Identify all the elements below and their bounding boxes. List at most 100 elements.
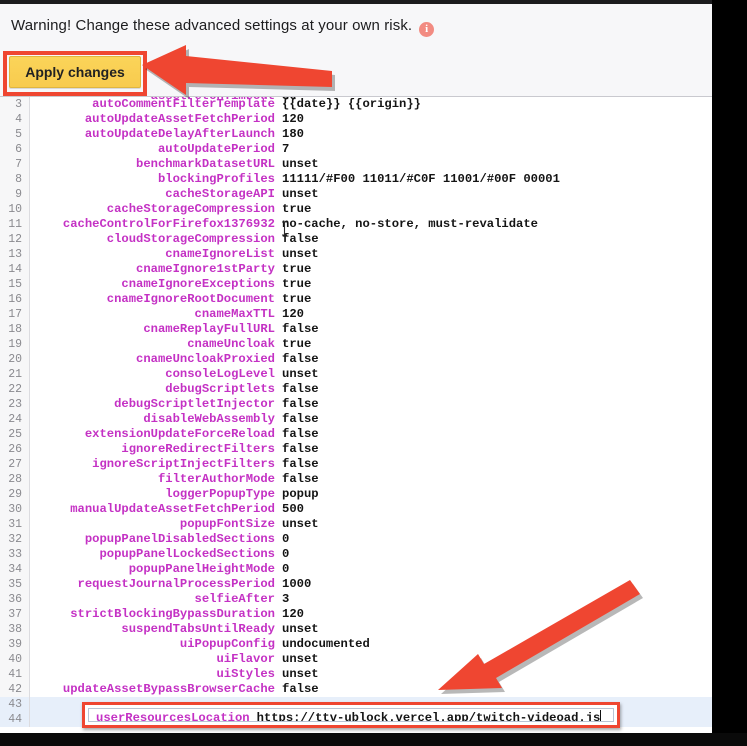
settings-row[interactable]: 38 suspendTabsUntilReady unset	[0, 622, 712, 637]
settings-row[interactable]: 40 uiFlavor unset	[0, 652, 712, 667]
setting-value[interactable]: 120	[282, 307, 304, 321]
setting-key[interactable]: ignoreRedirectFilters	[30, 442, 282, 457]
setting-key[interactable]: benchmarkDatasetURL	[30, 157, 282, 172]
settings-row[interactable]: 18 cnameReplayFullURL false	[0, 322, 712, 337]
settings-row[interactable]: 9 cacheStorageAPI unset	[0, 187, 712, 202]
setting-value[interactable]: unset	[282, 367, 319, 381]
setting-key[interactable]: uiPopupConfig	[30, 637, 282, 652]
setting-key[interactable]: popupPanelHeightMode	[30, 562, 282, 577]
settings-row[interactable]: 34 popupPanelHeightMode 0	[0, 562, 712, 577]
settings-row[interactable]: 37 strictBlockingBypassDuration 120	[0, 607, 712, 622]
setting-value[interactable]: true	[282, 202, 311, 216]
settings-row[interactable]: 5 autoUpdateDelayAfterLaunch 180	[0, 127, 712, 142]
settings-row[interactable]: 10 cacheStorageCompression true	[0, 202, 712, 217]
setting-key[interactable]: blockingProfiles	[30, 172, 282, 187]
settings-row[interactable]: 42 updateAssetBypassBrowserCache false	[0, 682, 712, 697]
settings-row[interactable]: 39 uiPopupConfig undocumented	[0, 637, 712, 652]
setting-value[interactable]: unset	[282, 622, 319, 636]
settings-row[interactable]: 15 cnameIgnoreExceptions true	[0, 277, 712, 292]
setting-value[interactable]: unset	[282, 667, 319, 681]
setting-key[interactable]: uiStyles	[30, 667, 282, 682]
settings-row[interactable]: 12 cloudStorageCompression false	[0, 232, 712, 247]
setting-value[interactable]: false	[282, 457, 319, 471]
settings-row[interactable]: 28 filterAuthorMode false	[0, 472, 712, 487]
setting-value[interactable]: false	[282, 412, 319, 426]
setting-value[interactable]: unset	[282, 652, 319, 666]
setting-key[interactable]: autoUpdateDelayAfterLaunch	[30, 127, 282, 142]
settings-row[interactable]: 26 ignoreRedirectFilters false	[0, 442, 712, 457]
setting-key[interactable]: suspendTabsUntilReady	[30, 622, 282, 637]
setting-key[interactable]: strictBlockingBypassDuration	[30, 607, 282, 622]
apply-changes-button[interactable]: Apply changes	[9, 56, 141, 88]
settings-row[interactable]: 35 requestJournalProcessPeriod 1000	[0, 577, 712, 592]
setting-key[interactable]: requestJournalProcessPeriod	[30, 577, 282, 592]
setting-value[interactable]: 120	[282, 607, 304, 621]
setting-key[interactable]: debugScriptletInjector	[30, 397, 282, 412]
settings-row[interactable]: 32 popupPanelDisabledSections 0	[0, 532, 712, 547]
setting-key[interactable]: selfieAfter	[30, 592, 282, 607]
settings-row[interactable]: 30 manualUpdateAssetFetchPeriod 500	[0, 502, 712, 517]
setting-value[interactable]: false	[282, 232, 319, 246]
settings-row[interactable]: 41 uiStyles unset	[0, 667, 712, 682]
setting-key[interactable]: popupPanelDisabledSections	[30, 532, 282, 547]
setting-key[interactable]: disableWebAssembly	[30, 412, 282, 427]
setting-value[interactable]: 0	[282, 547, 289, 561]
setting-key[interactable]: cnameMaxTTL	[30, 307, 282, 322]
setting-key[interactable]: updateAssetBypassBrowserCache	[30, 682, 282, 697]
advanced-settings-list[interactable]: 2assetFetchTimeout30 3autoCommentFilterT…	[0, 97, 712, 733]
setting-value[interactable]: true	[282, 337, 311, 351]
setting-value[interactable]: false	[282, 682, 319, 696]
setting-value[interactable]: false	[282, 322, 319, 336]
settings-row[interactable]: 23 debugScriptletInjector false	[0, 397, 712, 412]
setting-value[interactable]: true	[282, 262, 311, 276]
setting-key[interactable]: cnameUncloak	[30, 337, 282, 352]
setting-value[interactable]: 0	[282, 562, 289, 576]
setting-key[interactable]: popupFontSize	[30, 517, 282, 532]
setting-key[interactable]: cnameReplayFullURL	[30, 322, 282, 337]
setting-value[interactable]: false	[282, 382, 319, 396]
setting-value[interactable]: unset	[282, 247, 319, 261]
setting-value[interactable]: 1000	[282, 577, 311, 591]
settings-row[interactable]: 29 loggerPopupType popup	[0, 487, 712, 502]
setting-value[interactable]: 11111/#F00 11011/#C0F 11001/#00F 00001	[282, 172, 560, 186]
setting-key[interactable]: cacheControlForFirefox1376932	[30, 217, 282, 232]
setting-key[interactable]: loggerPopupType	[30, 487, 282, 502]
setting-value[interactable]: unset	[282, 157, 319, 171]
setting-value[interactable]: 0	[282, 532, 289, 546]
settings-row[interactable]: 27 ignoreScriptInjectFilters false	[0, 457, 712, 472]
setting-value[interactable]: undocumented	[282, 637, 370, 651]
setting-value[interactable]: false	[282, 352, 319, 366]
setting-key[interactable]: cnameIgnoreList	[30, 247, 282, 262]
setting-key[interactable]: autoUpdateAssetFetchPeriod	[30, 112, 282, 127]
user-resources-location-input[interactable]: userResourcesLocation https://ttv-ublock.…	[88, 708, 614, 722]
setting-key[interactable]: debugScriptlets	[30, 382, 282, 397]
setting-value[interactable]: false	[282, 472, 319, 486]
settings-row[interactable]: 20 cnameUncloakProxied false	[0, 352, 712, 367]
setting-key[interactable]: filterAuthorMode	[30, 472, 282, 487]
settings-row[interactable]: 13 cnameIgnoreList unset	[0, 247, 712, 262]
setting-value[interactable]: popup	[282, 487, 319, 501]
setting-value[interactable]: https://ttv-ublock.vercel.app/twitch-vid…	[250, 711, 601, 721]
setting-key[interactable]: manualUpdateAssetFetchPeriod	[30, 502, 282, 517]
setting-value[interactable]: 180	[282, 127, 304, 141]
settings-row[interactable]: 14 cnameIgnore1stParty true	[0, 262, 712, 277]
settings-row[interactable]: 19 cnameUncloak true	[0, 337, 712, 352]
settings-row[interactable]: 31 popupFontSize unset	[0, 517, 712, 532]
setting-value[interactable]: 7	[282, 142, 289, 156]
setting-key[interactable]: consoleLogLevel	[30, 367, 282, 382]
setting-value[interactable]: false	[282, 442, 319, 456]
setting-value[interactable]: true	[282, 292, 311, 306]
setting-value[interactable]: no-cache, no-store, must-revalidate	[282, 217, 538, 231]
setting-value[interactable]: true	[282, 277, 311, 291]
settings-row[interactable]: 25 extensionUpdateForceReload false	[0, 427, 712, 442]
info-icon[interactable]: i	[419, 22, 435, 37]
settings-row[interactable]: 21 consoleLogLevel unset	[0, 367, 712, 382]
setting-key[interactable]: autoUpdatePeriod	[30, 142, 282, 157]
settings-row[interactable]: 24 disableWebAssembly false	[0, 412, 712, 427]
setting-value[interactable]: false	[282, 397, 319, 411]
setting-key[interactable]: cnameIgnoreRootDocument	[30, 292, 282, 307]
setting-key[interactable]: uiFlavor	[30, 652, 282, 667]
setting-value[interactable]: unset	[282, 187, 319, 201]
settings-row[interactable]: 4 autoUpdateAssetFetchPeriod 120	[0, 112, 712, 127]
settings-row[interactable]: 6 autoUpdatePeriod 7	[0, 142, 712, 157]
